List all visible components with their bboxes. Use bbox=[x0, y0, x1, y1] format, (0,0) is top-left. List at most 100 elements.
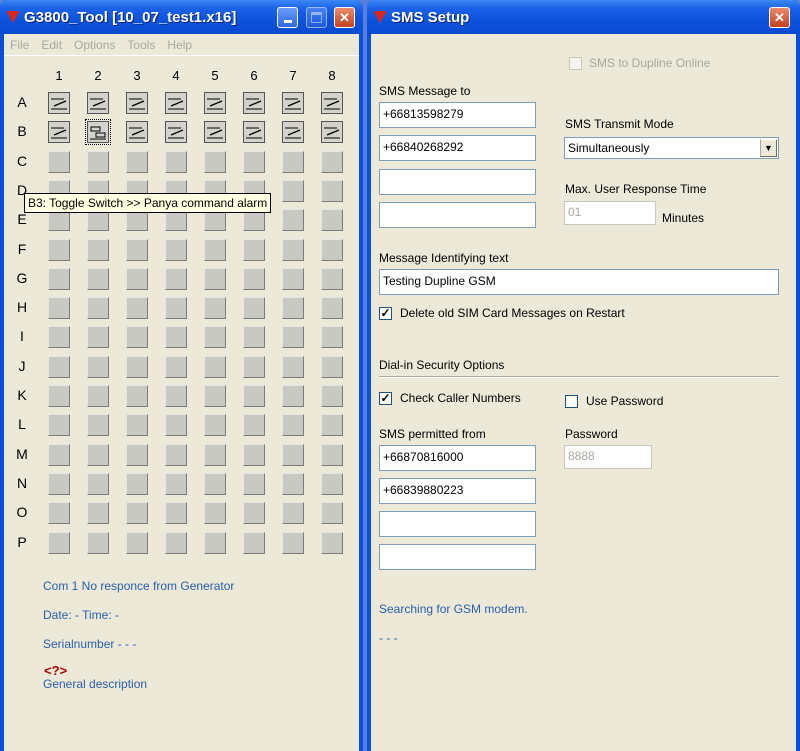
sms-message-to-field-2[interactable]: +66840268292 bbox=[379, 135, 536, 161]
grid-cell-f8[interactable] bbox=[321, 238, 343, 261]
grid-cell-b6[interactable] bbox=[243, 121, 265, 144]
left-close-button[interactable]: ✕ bbox=[334, 7, 355, 28]
grid-cell-h8[interactable] bbox=[321, 297, 343, 320]
grid-cell-b7[interactable] bbox=[282, 121, 304, 144]
grid-cell-c6[interactable] bbox=[243, 150, 265, 173]
grid-cell-g3[interactable] bbox=[126, 267, 148, 290]
grid-cell-o4[interactable] bbox=[165, 502, 187, 525]
grid-cell-c5[interactable] bbox=[204, 150, 226, 173]
grid-cell-p3[interactable] bbox=[126, 531, 148, 554]
grid-cell-f2[interactable] bbox=[87, 238, 109, 261]
grid-cell-h6[interactable] bbox=[243, 297, 265, 320]
grid-cell-f1[interactable] bbox=[48, 238, 70, 261]
grid-cell-k5[interactable] bbox=[204, 385, 226, 407]
grid-cell-a5[interactable] bbox=[204, 92, 226, 114]
right-title-bar[interactable]: SMS Setup ✕ bbox=[367, 0, 800, 34]
grid-cell-o7[interactable] bbox=[282, 502, 304, 525]
grid-cell-k4[interactable] bbox=[165, 385, 187, 407]
grid-cell-p2[interactable] bbox=[87, 531, 109, 554]
grid-cell-n8[interactable] bbox=[321, 472, 343, 495]
grid-cell-o3[interactable] bbox=[126, 502, 148, 525]
grid-cell-b5[interactable] bbox=[204, 121, 226, 144]
grid-cell-b1[interactable] bbox=[48, 121, 70, 144]
grid-cell-l8[interactable] bbox=[321, 414, 343, 437]
permitted-from-field-3[interactable] bbox=[379, 511, 536, 537]
grid-cell-o1[interactable] bbox=[48, 502, 70, 525]
grid-cell-l4[interactable] bbox=[165, 414, 187, 437]
grid-cell-g7[interactable] bbox=[282, 267, 304, 290]
grid-cell-k2[interactable] bbox=[87, 385, 109, 407]
grid-cell-l6[interactable] bbox=[243, 414, 265, 437]
grid-cell-a6[interactable] bbox=[243, 92, 265, 114]
grid-cell-n4[interactable] bbox=[165, 472, 187, 495]
grid-cell-d8[interactable] bbox=[321, 179, 343, 202]
grid-cell-a8[interactable] bbox=[321, 92, 343, 114]
grid-cell-h5[interactable] bbox=[204, 297, 226, 320]
grid-cell-h3[interactable] bbox=[126, 297, 148, 320]
permitted-from-field-2[interactable]: +66839880223 bbox=[379, 478, 536, 504]
grid-cell-l7[interactable] bbox=[282, 414, 304, 437]
grid-cell-m7[interactable] bbox=[282, 443, 304, 466]
grid-cell-a1[interactable] bbox=[48, 92, 70, 114]
grid-cell-h2[interactable] bbox=[87, 297, 109, 320]
grid-cell-n3[interactable] bbox=[126, 472, 148, 495]
minimize-button[interactable] bbox=[277, 7, 298, 28]
grid-cell-n6[interactable] bbox=[243, 472, 265, 495]
grid-cell-j8[interactable] bbox=[321, 355, 343, 378]
grid-cell-g4[interactable] bbox=[165, 267, 187, 290]
grid-cell-c3[interactable] bbox=[126, 150, 148, 173]
sms-message-to-field-4[interactable] bbox=[379, 202, 536, 228]
grid-cell-o8[interactable] bbox=[321, 502, 343, 525]
menu-tools[interactable]: Tools bbox=[127, 38, 155, 52]
grid-cell-a7[interactable] bbox=[282, 92, 304, 114]
grid-cell-o2[interactable] bbox=[87, 502, 109, 525]
grid-cell-m2[interactable] bbox=[87, 443, 109, 466]
grid-cell-o5[interactable] bbox=[204, 502, 226, 525]
grid-cell-g8[interactable] bbox=[321, 267, 343, 290]
grid-cell-a2[interactable] bbox=[87, 92, 109, 114]
grid-cell-l2[interactable] bbox=[87, 414, 109, 437]
menu-options[interactable]: Options bbox=[74, 38, 115, 52]
grid-cell-n7[interactable] bbox=[282, 472, 304, 495]
check-caller-numbers-checkbox[interactable]: ✓ bbox=[379, 392, 392, 405]
grid-cell-m3[interactable] bbox=[126, 443, 148, 466]
grid-cell-f5[interactable] bbox=[204, 238, 226, 261]
grid-cell-k8[interactable] bbox=[321, 385, 343, 407]
grid-cell-j6[interactable] bbox=[243, 355, 265, 378]
permitted-from-field-4[interactable] bbox=[379, 544, 536, 570]
grid-cell-l1[interactable] bbox=[48, 414, 70, 437]
grid-cell-i8[interactable] bbox=[321, 326, 343, 349]
menu-help[interactable]: Help bbox=[167, 38, 192, 52]
grid-cell-j1[interactable] bbox=[48, 355, 70, 378]
grid-cell-o6[interactable] bbox=[243, 502, 265, 525]
grid-cell-p4[interactable] bbox=[165, 531, 187, 554]
grid-cell-n1[interactable] bbox=[48, 472, 70, 495]
grid-cell-i5[interactable] bbox=[204, 326, 226, 349]
grid-cell-h7[interactable] bbox=[282, 297, 304, 320]
grid-cell-j4[interactable] bbox=[165, 355, 187, 378]
grid-cell-p7[interactable] bbox=[282, 531, 304, 554]
grid-cell-f3[interactable] bbox=[126, 238, 148, 261]
grid-cell-b2[interactable] bbox=[85, 119, 111, 146]
left-title-bar[interactable]: G3800_Tool [10_07_test1.x16] ✕ bbox=[0, 0, 363, 34]
grid-cell-b3[interactable] bbox=[126, 121, 148, 144]
grid-cell-m4[interactable] bbox=[165, 443, 187, 466]
grid-cell-i6[interactable] bbox=[243, 326, 265, 349]
grid-cell-i7[interactable] bbox=[282, 326, 304, 349]
grid-cell-h1[interactable] bbox=[48, 297, 70, 320]
grid-cell-f4[interactable] bbox=[165, 238, 187, 261]
grid-cell-h4[interactable] bbox=[165, 297, 187, 320]
permitted-from-field-1[interactable]: +66870816000 bbox=[379, 445, 536, 471]
grid-cell-f6[interactable] bbox=[243, 238, 265, 261]
grid-cell-j7[interactable] bbox=[282, 355, 304, 378]
grid-cell-m1[interactable] bbox=[48, 443, 70, 466]
grid-cell-a3[interactable] bbox=[126, 92, 148, 114]
grid-cell-c4[interactable] bbox=[165, 150, 187, 173]
grid-cell-i3[interactable] bbox=[126, 326, 148, 349]
menu-edit[interactable]: Edit bbox=[41, 38, 62, 52]
sms-transmit-mode-select[interactable]: Simultaneously ▼ bbox=[564, 137, 779, 159]
sms-message-to-field-3[interactable] bbox=[379, 169, 536, 195]
grid-cell-g6[interactable] bbox=[243, 267, 265, 290]
grid-cell-k3[interactable] bbox=[126, 385, 148, 407]
grid-cell-g2[interactable] bbox=[87, 267, 109, 290]
